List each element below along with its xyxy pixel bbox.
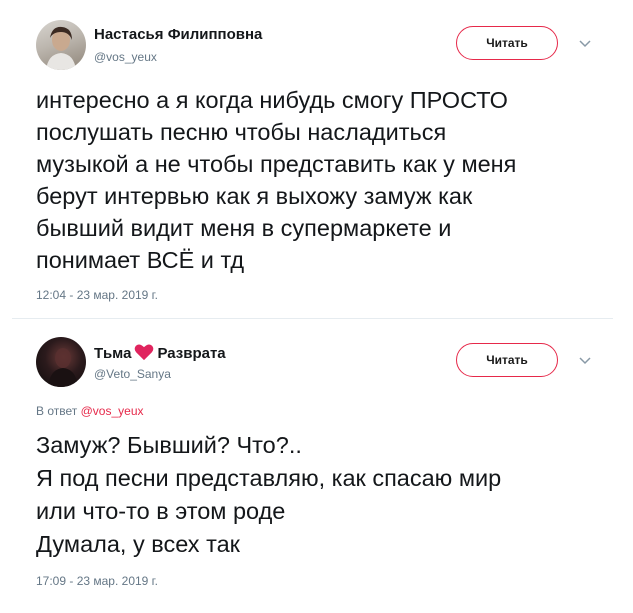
reply-handle-link[interactable]: @vos_yeux bbox=[81, 404, 144, 418]
heart-icon bbox=[135, 344, 154, 361]
reply-prefix: В ответ bbox=[36, 404, 78, 418]
avatar-image bbox=[46, 26, 76, 70]
author-name-part1: Тьма bbox=[94, 345, 132, 362]
author-name[interactable]: Тьма Разврата bbox=[94, 343, 226, 362]
tweet-text: Замуж? Бывший? Что?.. Я под песни предст… bbox=[36, 432, 502, 557]
author-name-part2: Разврата bbox=[157, 345, 226, 362]
follow-button[interactable]: Читать bbox=[456, 26, 558, 60]
avatar[interactable] bbox=[36, 20, 86, 70]
chevron-down-icon[interactable] bbox=[578, 353, 592, 367]
tweet-text: интересно а я когда нибудь смогу ПРОСТО … bbox=[36, 87, 517, 273]
follow-button[interactable]: Читать bbox=[456, 343, 558, 377]
avatar-image bbox=[48, 348, 78, 387]
author-handle[interactable]: @vos_yeux bbox=[94, 50, 157, 64]
timestamp[interactable]: 12:04 - 23 мар. 2019 г. bbox=[36, 288, 158, 302]
chevron-down-icon[interactable] bbox=[578, 36, 592, 50]
tweet: Тьма Разврата @Veto_Sanya Читать В ответ … bbox=[0, 319, 633, 613]
author-handle[interactable]: @Veto_Sanya bbox=[94, 367, 171, 381]
reply-context: В ответ @vos_yeux bbox=[36, 404, 144, 418]
avatar[interactable] bbox=[36, 337, 86, 387]
tweet: Настасья Филипповна @vos_yeux Читать инт… bbox=[0, 0, 633, 318]
author-name[interactable]: Настасья Филипповна bbox=[94, 26, 262, 43]
timestamp[interactable]: 17:09 - 23 мар. 2019 г. bbox=[36, 574, 158, 588]
